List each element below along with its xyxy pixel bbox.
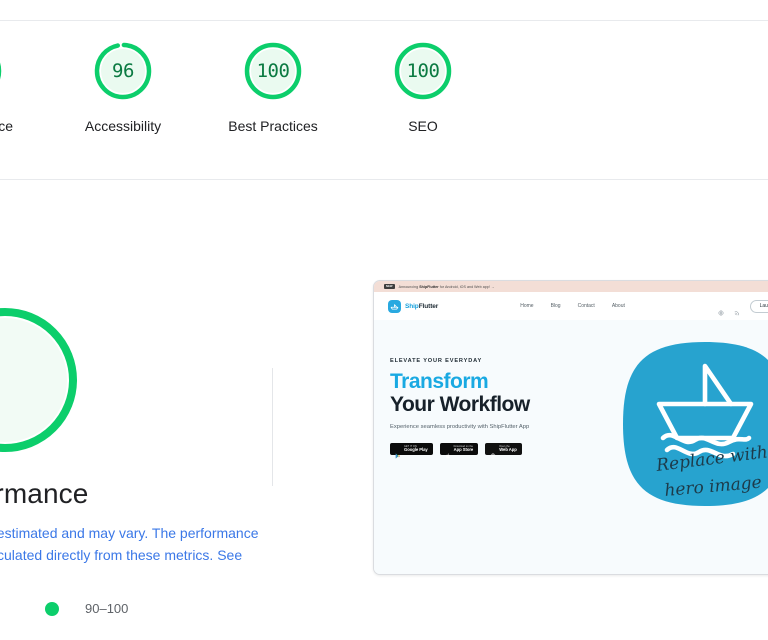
web-app-badge[interactable]: Open the Web App [485,443,522,459]
site-nav-links: Home Blog Contact About [520,303,625,309]
gauge-ring-performance: 100 [0,40,4,102]
hero-placeholder-art: Replace with hero image [619,338,768,510]
page-title: Performance [0,478,89,509]
scores-bottom-divider [0,179,768,180]
legend-range-good: 90–100 [85,601,129,616]
app-store-badge-main: App Store [453,447,474,453]
site-brand-name: ShipFlutter [405,303,438,310]
google-play-badge-main: Google Play [404,447,428,453]
gauge-value: 100 [406,60,440,82]
score-gauges-strip: 100 Performance 96 Accessibility 100 [0,40,768,134]
google-play-badge[interactable]: GET IT ON Google Play [390,443,433,459]
app-store-badge[interactable]: Download on the App Store [439,443,479,459]
globe-icon [490,446,496,459]
web-app-badge-main: Web App [499,447,517,453]
google-play-icon [395,446,401,459]
gauge-ring-best-practices: 100 [242,40,304,102]
top-divider [0,20,768,21]
score-gauge-accessibility[interactable]: 96 Accessibility [48,40,198,134]
gauge-label: Accessibility [84,118,162,134]
gauge-label: SEO [408,118,438,134]
announcement-text: Announcing ShipFlutter for Android, iOS … [399,285,495,289]
score-gauge-seo[interactable]: 100 SEO [348,40,498,134]
site-hero: ELEVATE YOUR EVERYDAY Transform Your Wor… [374,320,768,574]
performance-big-gauge [0,300,85,460]
gauge-value: 100 [256,60,290,82]
nav-link-contact[interactable]: Contact [578,303,595,309]
site-preview-card[interactable]: NEW Announcing ShipFlutter for Android, … [373,280,768,575]
boat-icon [388,299,401,313]
gauge-ring-accessibility: 96 [92,40,154,102]
announcement-brand: ShipFlutter [419,284,439,289]
announcement-bar[interactable]: NEW Announcing ShipFlutter for Android, … [374,281,768,292]
lighthouse-report-page: 100 Performance 96 Accessibility 100 [0,0,768,640]
site-navbar: ShipFlutter Home Blog Contact About Lau [374,292,768,320]
score-gauge-performance[interactable]: 100 Performance [0,40,48,134]
site-nav-actions: Launch [718,299,768,316]
site-brand[interactable]: ShipFlutter [388,299,438,313]
performance-description: Values are estimated and may vary. The p… [0,522,287,588]
gauge-label: Best Practices [228,118,318,134]
vertical-divider [272,368,273,486]
performance-description-line2: directly from these metrics. [46,547,214,563]
nav-link-blog[interactable]: Blog [551,303,561,309]
brand-secondary: Flutter [418,302,439,310]
brand-primary: Ship [405,302,419,310]
apple-icon [445,446,451,459]
announcement-text-after: for Android, iOS and Web app! → [438,284,495,289]
globe-icon[interactable] [718,303,724,316]
score-gauge-best-practices[interactable]: 100 Best Practices [198,40,348,134]
gauge-value: 100 [0,40,4,102]
legend-dot-good [45,601,59,616]
nav-link-about[interactable]: About [612,303,625,309]
gauge-ring-seo: 100 [392,40,454,102]
announcement-text-before: Announcing [398,284,420,289]
gauge-value: 96 [112,60,134,82]
rss-icon[interactable] [734,303,740,316]
score-legend: 90–100 [45,601,128,616]
announcement-badge: NEW [384,284,395,289]
nav-link-home[interactable]: Home [520,303,533,309]
launch-button[interactable]: Launch [749,299,768,313]
gauge-label: Performance [0,118,14,134]
